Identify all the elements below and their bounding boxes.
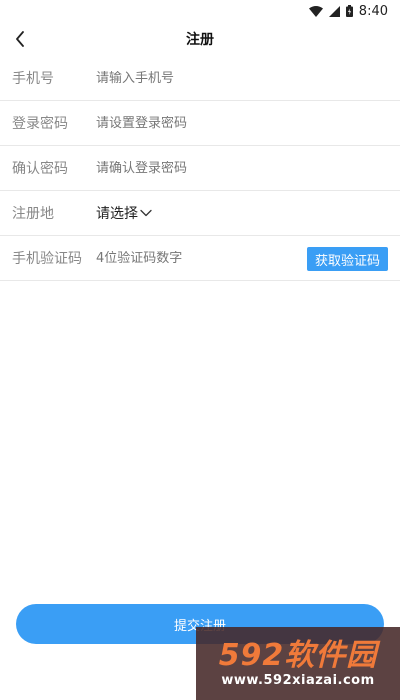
code-row: 手机验证码 获取验证码	[0, 236, 400, 281]
password-input[interactable]	[96, 115, 296, 131]
confirm-password-label: 确认密码	[12, 161, 68, 177]
region-select-value: 请选择	[96, 206, 138, 222]
watermark: 592软件园 www.592xiazai.com	[196, 627, 400, 700]
battery-icon	[345, 5, 353, 17]
chevron-left-icon	[16, 31, 24, 47]
code-input[interactable]	[96, 250, 276, 266]
password-label: 登录密码	[12, 116, 68, 132]
get-code-button[interactable]: 获取验证码	[306, 247, 388, 271]
wifi-icon	[308, 5, 323, 17]
watermark-logo: 592软件园	[218, 638, 378, 673]
region-row: 注册地 请选择	[0, 191, 400, 236]
back-button[interactable]	[6, 24, 34, 54]
chevron-down-icon	[140, 209, 152, 217]
signal-icon	[328, 5, 340, 17]
phone-label: 手机号	[12, 71, 54, 87]
region-label: 注册地	[12, 206, 54, 222]
watermark-url: www.592xiazai.com	[221, 673, 375, 688]
phone-row: 手机号	[0, 56, 400, 101]
confirm-password-input[interactable]	[96, 160, 296, 176]
code-label: 手机验证码	[12, 251, 82, 267]
status-bar: 8:40	[0, 0, 400, 22]
region-select[interactable]: 请选择	[96, 203, 152, 223]
password-row: 登录密码	[0, 101, 400, 146]
nav-bar: 注册	[0, 22, 400, 56]
confirm-row: 确认密码	[0, 146, 400, 191]
page-title: 注册	[186, 32, 214, 48]
phone-input[interactable]	[96, 70, 296, 86]
status-time: 8:40	[358, 3, 388, 19]
register-form: 手机号 登录密码 确认密码 注册地 请选择 手机验证码 获取验证码	[0, 56, 400, 281]
